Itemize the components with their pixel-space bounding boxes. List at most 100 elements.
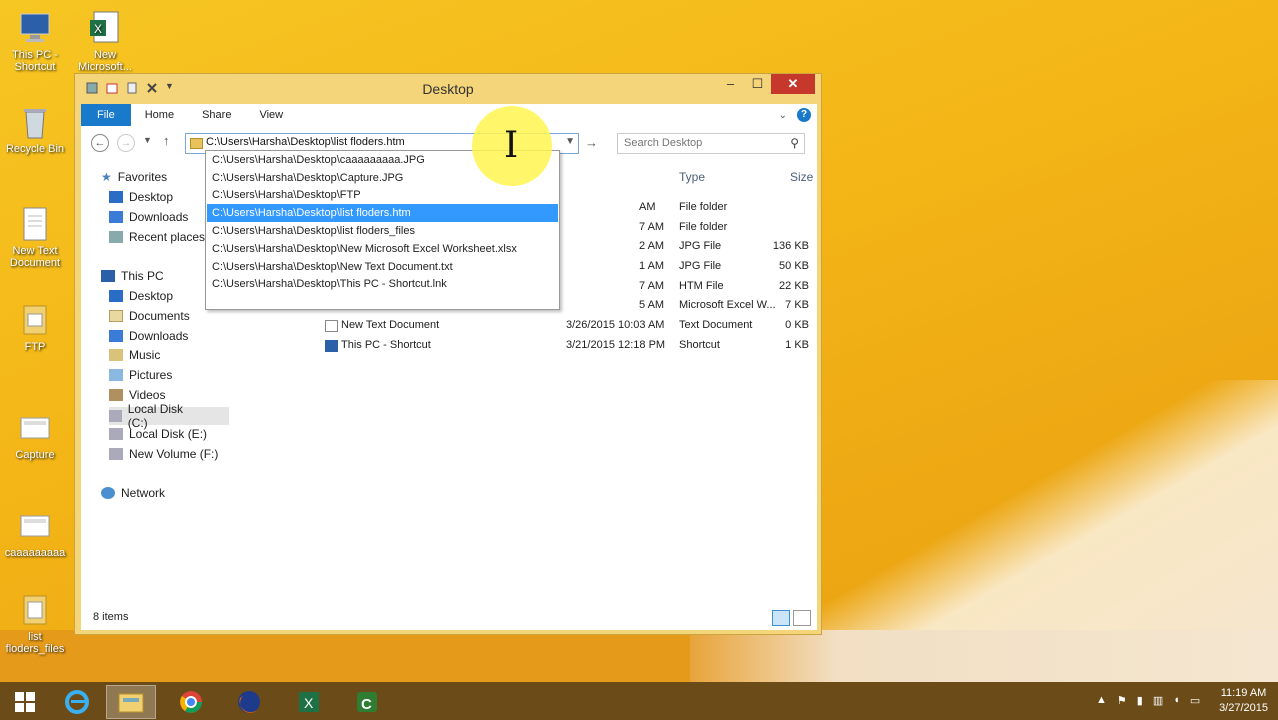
documents-icon [109,310,123,322]
nav-pc-videos[interactable]: Videos [109,388,165,402]
svg-text:X: X [94,22,102,36]
volume-icon[interactable]: ◖ [1173,694,1180,707]
back-button[interactable]: ← [91,134,109,152]
folder-icon [18,592,52,628]
desktop-icon-ftp[interactable]: FTP [2,302,68,353]
nav-pc-desktop[interactable]: Desktop [109,289,173,303]
downloads-icon [109,330,123,342]
recent-places-icon [109,231,123,243]
nav-pc-downloads[interactable]: Downloads [109,329,188,343]
music-icon [109,349,123,361]
clock-time: 11:19 AM [1220,687,1267,699]
taskbar-file-explorer[interactable] [106,685,156,719]
excel-icon: X [88,10,122,46]
autocomplete-item[interactable]: C:\Users\Harsha\Desktop\New Text Documen… [207,258,558,276]
image-icon [18,508,52,544]
clock[interactable]: 11:19 AM 3/27/2015 [1219,686,1268,716]
status-bar: 8 items [81,606,817,630]
search-box[interactable]: ⚲ [617,133,805,154]
help-icon[interactable]: ? [797,108,811,122]
network-tray-icon[interactable]: ▥ [1153,694,1163,707]
nav-pc-new-volume-f[interactable]: New Volume (F:) [109,447,218,461]
autocomplete-item[interactable]: C:\Users\Harsha\Desktop\This PC - Shortc… [207,275,558,293]
taskbar: X C ▲ ⚑ ▮ ▥ ◖ ▭ 11:19 AM 3/27/2015 [0,682,1278,720]
autocomplete-item[interactable]: C:\Users\Harsha\Desktop\New Microsoft Ex… [207,240,558,258]
chrome-icon [180,691,202,713]
desktop-icon-list-floders-files[interactable]: list floders_files [2,592,68,655]
drive-icon [109,428,123,440]
action-center-icon[interactable]: ⚑ [1117,694,1127,707]
chevron-down-icon[interactable]: ▼ [565,136,575,147]
expand-ribbon-icon[interactable]: ⌄ [779,110,787,121]
nav-fav-downloads[interactable]: Downloads [109,210,188,224]
forward-button[interactable]: → [117,134,135,152]
drive-icon [109,448,123,460]
desktop-icon-capture[interactable]: Capture [2,410,68,461]
desktop-icon-caaaaaaaaa[interactable]: caaaaaaaaa [2,508,68,559]
nav-network[interactable]: Network [101,486,165,500]
taskbar-camtasia[interactable]: C [342,685,392,719]
start-button[interactable] [0,685,50,719]
power-icon[interactable]: ▮ [1137,694,1143,707]
nav-pc-pictures[interactable]: Pictures [109,368,172,382]
nav-pc-local-disk-c[interactable]: Local Disk (C:) [109,402,229,430]
desktop-icon-this-pc[interactable]: This PC - Shortcut [2,10,68,73]
column-header-type[interactable]: Type [679,170,705,184]
minimize-button[interactable]: – [717,74,744,94]
drive-icon [109,410,122,422]
pictures-icon [109,369,123,381]
start-icon [15,692,35,712]
tab-home[interactable]: Home [131,104,188,126]
svg-text:C: C [361,696,372,713]
table-row[interactable]: This PC - Shortcut 3/21/2015 12:18 PM Sh… [231,336,817,356]
desktop-icon [109,290,123,302]
star-icon: ★ [101,170,112,184]
maximize-button[interactable]: ☐ [744,74,771,94]
go-arrow-icon[interactable]: → [585,135,598,150]
up-button[interactable]: ↑ [163,133,170,148]
keyboard-icon[interactable]: ▭ [1190,694,1200,707]
nav-pc-local-disk-e[interactable]: Local Disk (E:) [109,427,207,441]
videos-icon [109,389,123,401]
tab-file[interactable]: File [81,104,131,126]
desktop-icon-text-document[interactable]: New Text Document [2,206,68,269]
column-header-size[interactable]: Size [790,170,813,184]
search-input[interactable] [624,137,784,149]
taskbar-excel[interactable]: X [284,685,334,719]
tab-view[interactable]: View [245,104,297,126]
desktop-icon [109,191,123,203]
desktop-icon-excel[interactable]: X New Microsoft... [72,10,138,73]
nav-this-pc[interactable]: This PC [101,269,164,283]
image-icon [18,410,52,446]
internet-explorer-icon [65,690,89,714]
nav-pc-documents[interactable]: Documents [109,309,190,323]
tab-share[interactable]: Share [188,104,245,126]
item-count: 8 items [93,611,129,623]
desktop-background-floor-light [690,630,1278,682]
table-row[interactable]: New Text Document 3/26/2015 10:03 AM Tex… [231,316,817,336]
downloads-icon [109,211,123,223]
autocomplete-item[interactable]: C:\Users\Harsha\Desktop\FTP [207,186,558,204]
firefox-icon [238,691,260,713]
taskbar-internet-explorer[interactable] [52,685,102,719]
recent-locations-icon[interactable]: ▼ [143,135,152,145]
ribbon: File Home Share View ⌄ ? [81,104,817,126]
title-bar[interactable]: ▼ Desktop – ☐ ✕ [75,74,821,102]
shortcut-icon [325,340,338,352]
close-button[interactable]: ✕ [771,74,815,94]
nav-pc-music[interactable]: Music [109,348,160,362]
taskbar-firefox[interactable] [224,685,274,719]
large-icons-view-button[interactable] [793,610,811,626]
nav-favorites[interactable]: ★ Favorites [101,170,167,184]
nav-fav-recent-places[interactable]: Recent places [109,230,205,244]
nav-fav-desktop[interactable]: Desktop [109,190,173,204]
details-view-button[interactable] [772,610,790,626]
folder-icon [190,138,203,149]
chevron-up-icon[interactable]: ▲ [1096,694,1107,707]
taskbar-chrome[interactable] [166,685,216,719]
autocomplete-item-highlighted[interactable]: C:\Users\Harsha\Desktop\list floders.htm [207,204,558,222]
desktop-icon-recycle-bin[interactable]: Recycle Bin [2,104,68,155]
text-document-icon [18,206,52,242]
autocomplete-item[interactable]: C:\Users\Harsha\Desktop\list floders_fil… [207,222,558,240]
search-icon[interactable]: ⚲ [790,136,799,150]
